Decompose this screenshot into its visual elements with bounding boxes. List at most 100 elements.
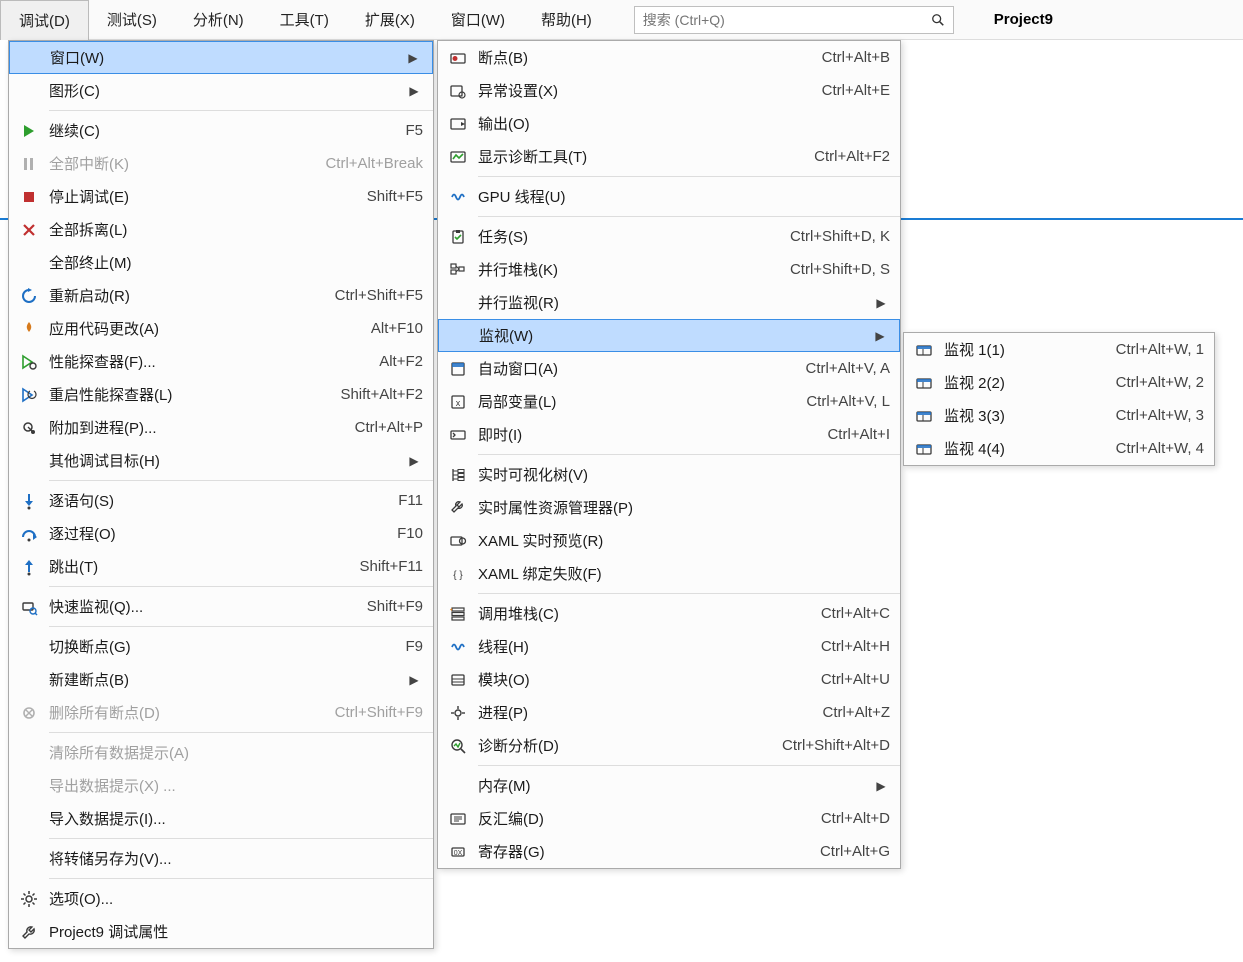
menubar-item[interactable]: 调试(D) bbox=[0, 0, 89, 40]
menu-separator bbox=[478, 216, 900, 217]
menubar-item[interactable]: 窗口(W) bbox=[433, 0, 523, 39]
menu-item[interactable]: GPU 线程(U) bbox=[438, 180, 900, 213]
menu-item[interactable]: 切换断点(G) F9 bbox=[9, 630, 433, 663]
menu-item[interactable]: 自动窗口(A)Ctrl+Alt+V, A bbox=[438, 352, 900, 385]
menu-item-label: 内存(M) bbox=[478, 775, 872, 796]
menu-item[interactable]: 全部终止(M) bbox=[9, 246, 433, 279]
menu-item[interactable]: 并行堆栈(K)Ctrl+Shift+D, S bbox=[438, 253, 900, 286]
menu-item[interactable]: XAML 实时预览(R) bbox=[438, 524, 900, 557]
menu-item[interactable]: 监视(W)▶ bbox=[438, 319, 900, 352]
menubar-item[interactable]: 工具(T) bbox=[262, 0, 347, 39]
liveprop-icon bbox=[438, 499, 478, 517]
menu-item[interactable]: 停止调试(E)Shift+F5 bbox=[9, 180, 433, 213]
menu-item-label: 应用代码更改(A) bbox=[49, 318, 351, 339]
menu-item-label: 停止调试(E) bbox=[49, 186, 347, 207]
search-box[interactable] bbox=[634, 6, 954, 34]
menu-item[interactable]: { }XAML 绑定失败(F) bbox=[438, 557, 900, 590]
menu-item[interactable]: 0X寄存器(G)Ctrl+Alt+G bbox=[438, 835, 900, 868]
menu-item[interactable]: 异常设置(X)Ctrl+Alt+E bbox=[438, 74, 900, 107]
menu-item[interactable]: 监视 2(2)Ctrl+Alt+W, 2 bbox=[904, 366, 1214, 399]
menu-item[interactable]: 实时可视化树(V) bbox=[438, 458, 900, 491]
livetree-icon bbox=[438, 466, 478, 484]
menu-item[interactable]: 选项(O)... bbox=[9, 882, 433, 915]
pause-icon bbox=[9, 155, 49, 173]
menu-item[interactable]: 窗口(W)▶ bbox=[9, 41, 433, 74]
menu-item-shortcut: F9 bbox=[405, 638, 423, 655]
menu-item[interactable]: 应用代码更改(A)Alt+F10 bbox=[9, 312, 433, 345]
menu-item-shortcut: Ctrl+Alt+P bbox=[355, 419, 423, 436]
debug-menu-dropdown: 窗口(W)▶图形(C)▶继续(C)F5全部中断(K)Ctrl+Alt+Break… bbox=[8, 40, 434, 949]
menu-item[interactable]: 快速监视(Q)...Shift+F9 bbox=[9, 590, 433, 623]
menu-item-shortcut: Ctrl+Alt+B bbox=[822, 49, 890, 66]
menu-item[interactable]: 进程(P)Ctrl+Alt+Z bbox=[438, 696, 900, 729]
menu-item[interactable]: 反汇编(D)Ctrl+Alt+D bbox=[438, 802, 900, 835]
search-input[interactable] bbox=[635, 12, 923, 28]
project-name-label: Project9 bbox=[994, 11, 1053, 28]
stop-icon bbox=[9, 188, 49, 206]
callstack-icon bbox=[438, 605, 478, 623]
menubar-item[interactable]: 扩展(X) bbox=[347, 0, 433, 39]
search-icon[interactable] bbox=[923, 13, 953, 27]
svg-text:x: x bbox=[456, 398, 461, 408]
menu-item-shortcut: Shift+Alt+F2 bbox=[340, 386, 423, 403]
menu-item[interactable]: Project9 调试属性 bbox=[9, 915, 433, 948]
submenu-arrow-icon: ▶ bbox=[405, 454, 423, 468]
menu-item[interactable]: 任务(S)Ctrl+Shift+D, K bbox=[438, 220, 900, 253]
menu-item: 导出数据提示(X) ... bbox=[9, 769, 433, 802]
menu-item[interactable]: 实时属性资源管理器(P) bbox=[438, 491, 900, 524]
menubar-item[interactable]: 分析(N) bbox=[175, 0, 262, 39]
menu-item[interactable]: 监视 1(1)Ctrl+Alt+W, 1 bbox=[904, 333, 1214, 366]
menu-item[interactable]: 导入数据提示(I)... bbox=[9, 802, 433, 835]
submenu-arrow-icon: ▶ bbox=[872, 779, 890, 793]
menu-item[interactable]: 线程(H)Ctrl+Alt+H bbox=[438, 630, 900, 663]
locals-icon: x bbox=[438, 393, 478, 411]
menu-item[interactable]: 性能探查器(F)...Alt+F2 bbox=[9, 345, 433, 378]
menu-item-label: 将转储另存为(V)... bbox=[49, 848, 423, 869]
menu-item[interactable]: 内存(M)▶ bbox=[438, 769, 900, 802]
menu-item[interactable]: 显示诊断工具(T)Ctrl+Alt+F2 bbox=[438, 140, 900, 173]
menu-item[interactable]: 附加到进程(P)...Ctrl+Alt+P bbox=[9, 411, 433, 444]
menu-item-shortcut: F11 bbox=[398, 492, 423, 509]
menubar-item[interactable]: 测试(S) bbox=[89, 0, 175, 39]
menu-item[interactable]: 模块(O)Ctrl+Alt+U bbox=[438, 663, 900, 696]
menu-item[interactable]: x局部变量(L)Ctrl+Alt+V, L bbox=[438, 385, 900, 418]
menu-item-label: 新建断点(B) bbox=[49, 669, 405, 690]
menu-item-label: 继续(C) bbox=[49, 120, 385, 141]
menu-item[interactable]: 新建断点(B)▶ bbox=[9, 663, 433, 696]
menu-item[interactable]: 逐过程(O)F10 bbox=[9, 517, 433, 550]
menu-item[interactable]: 其他调试目标(H)▶ bbox=[9, 444, 433, 477]
menu-item-label: 导入数据提示(I)... bbox=[49, 808, 423, 829]
menu-item-label: 寄存器(G) bbox=[478, 841, 800, 862]
menu-item: 清除所有数据提示(A) bbox=[9, 736, 433, 769]
menu-item[interactable]: 全部拆离(L) bbox=[9, 213, 433, 246]
excset-icon bbox=[438, 82, 478, 100]
wrench-icon bbox=[9, 923, 49, 941]
menu-item[interactable]: 即时(I)Ctrl+Alt+I bbox=[438, 418, 900, 451]
submenu-arrow-icon: ▶ bbox=[405, 673, 423, 687]
submenu-arrow-icon: ▶ bbox=[404, 51, 422, 65]
menu-item[interactable]: 诊断分析(D)Ctrl+Shift+Alt+D bbox=[438, 729, 900, 762]
menu-item-label: 进程(P) bbox=[478, 702, 802, 723]
menu-item[interactable]: 将转储另存为(V)... bbox=[9, 842, 433, 875]
menu-item-label: 切换断点(G) bbox=[49, 636, 385, 657]
menubar-item[interactable]: 帮助(H) bbox=[523, 0, 610, 39]
menu-separator bbox=[49, 626, 433, 627]
menu-item[interactable]: 输出(O) bbox=[438, 107, 900, 140]
menu-item[interactable]: 断点(B)Ctrl+Alt+B bbox=[438, 41, 900, 74]
menu-item[interactable]: 继续(C)F5 bbox=[9, 114, 433, 147]
menu-item[interactable]: 跳出(T)Shift+F11 bbox=[9, 550, 433, 583]
menu-item[interactable]: 重新启动(R)Ctrl+Shift+F5 bbox=[9, 279, 433, 312]
continue-icon bbox=[9, 122, 49, 140]
menu-item-label: 性能探查器(F)... bbox=[49, 351, 359, 372]
menu-item[interactable]: 图形(C)▶ bbox=[9, 74, 433, 107]
menu-item[interactable]: 并行监视(R)▶ bbox=[438, 286, 900, 319]
menu-item-label: 监视 2(2) bbox=[944, 372, 1096, 393]
menu-item[interactable]: 监视 4(4)Ctrl+Alt+W, 4 bbox=[904, 432, 1214, 465]
delbp-icon bbox=[9, 704, 49, 722]
menu-item[interactable]: 调用堆栈(C)Ctrl+Alt+C bbox=[438, 597, 900, 630]
menu-item-label: 逐语句(S) bbox=[49, 490, 378, 511]
menu-item[interactable]: 监视 3(3)Ctrl+Alt+W, 3 bbox=[904, 399, 1214, 432]
menu-item-label: 导出数据提示(X) ... bbox=[49, 775, 423, 796]
menu-item[interactable]: 重启性能探查器(L)Shift+Alt+F2 bbox=[9, 378, 433, 411]
menu-item[interactable]: 逐语句(S) F11 bbox=[9, 484, 433, 517]
